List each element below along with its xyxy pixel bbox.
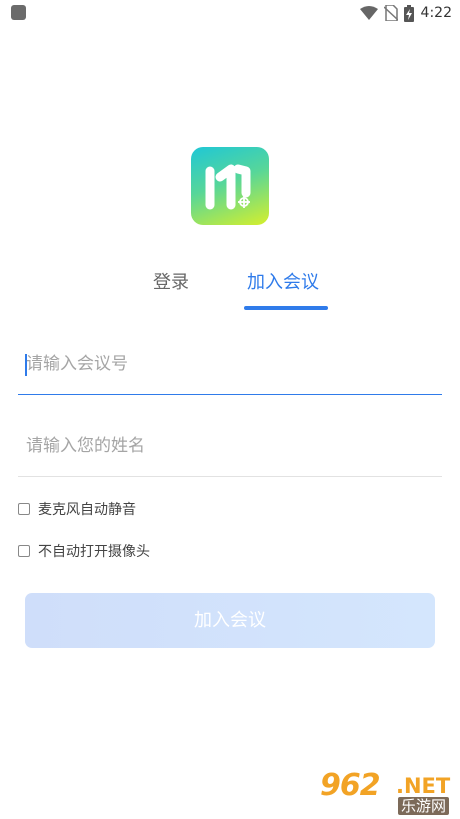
tab-join-meeting[interactable]: 加入会议 [247,270,319,296]
name-field [18,416,442,477]
app-notification-icon [11,5,26,20]
meeting-id-field [18,334,442,395]
camera-off-option[interactable]: 不自动打开摄像头 [18,541,150,561]
site-watermark: 962 .NET 乐游网 [320,768,454,816]
watermark-suffix: .NET [396,774,451,798]
meeting-id-input[interactable] [18,334,442,394]
watermark-number: 962 [320,768,381,803]
status-bar: 4:22 [0,0,460,26]
wifi-icon [359,6,378,20]
mute-mic-option[interactable]: 麦克风自动静音 [18,499,136,519]
name-input[interactable] [18,416,442,476]
text-cursor [25,354,27,376]
join-meeting-button[interactable]: 加入会议 [25,593,435,648]
battery-charging-icon [403,4,414,22]
watermark-subtitle: 乐游网 [398,797,450,815]
tab-login[interactable]: 登录 [153,270,189,296]
status-icons: 4:22 [354,4,452,22]
camera-off-checkbox[interactable] [18,545,30,557]
mute-mic-checkbox[interactable] [18,503,30,515]
status-time: 4:22 [420,5,452,21]
no-sim-icon [383,5,398,21]
camera-off-label: 不自动打开摄像头 [38,544,150,560]
app-logo [191,147,269,225]
mute-mic-label: 麦克风自动静音 [38,502,136,518]
active-tab-indicator [244,306,328,310]
